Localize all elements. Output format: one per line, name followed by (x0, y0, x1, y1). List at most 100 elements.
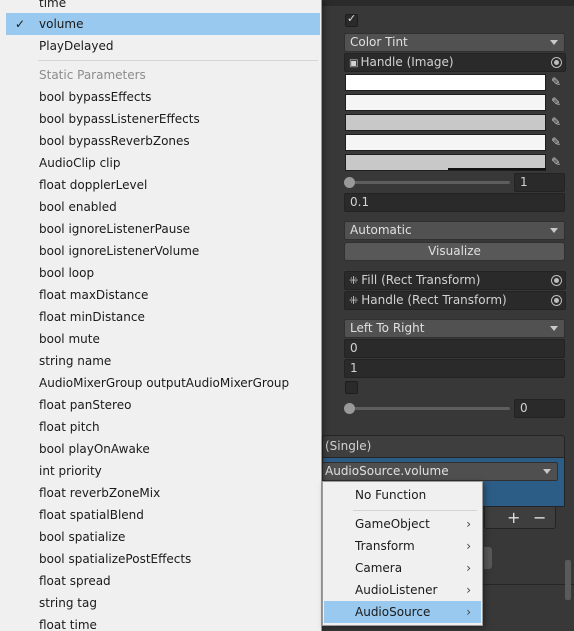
menu-item[interactable]: string tag (0, 592, 320, 614)
remove-listener-button[interactable]: − (533, 508, 546, 527)
visualize-label: Visualize (428, 244, 481, 258)
object-picker-icon[interactable] (551, 275, 562, 286)
alpha-bar (448, 168, 546, 170)
add-component-button-edge[interactable] (484, 547, 492, 569)
check-icon: ✓ (347, 12, 357, 25)
fill-rect-field[interactable]: ⁜ Fill (Rect Transform) (344, 271, 566, 290)
menu-item-camera[interactable]: Camera › (324, 557, 481, 579)
inspector-header (322, 0, 574, 6)
direction-value: Left To Right (350, 321, 425, 335)
menu-item[interactable]: float panStereo (0, 394, 320, 416)
eyedropper-icon[interactable]: ✎ (548, 94, 564, 111)
max-value: 1 (350, 361, 358, 375)
menu-item-gameobject[interactable]: GameObject › (324, 513, 481, 535)
transition-dropdown[interactable]: Color Tint (344, 33, 565, 52)
menu-item[interactable]: float minDistance (0, 306, 320, 328)
chevron-down-icon (543, 469, 551, 474)
value-slider-track[interactable] (348, 407, 510, 410)
menu-item-volume[interactable]: ✓ volume (6, 13, 320, 35)
value-slider-knob[interactable] (344, 403, 355, 414)
target-graphic-value: Handle (Image) (360, 55, 454, 69)
menu-separator (38, 60, 318, 61)
eyedropper-icon[interactable]: ✎ (548, 134, 564, 151)
menu-item-audiolistener[interactable]: AudioListener › (324, 579, 481, 601)
menu-item[interactable]: bool ignoreListenerVolume (0, 240, 320, 262)
transition-value: Color Tint (350, 35, 408, 49)
function-member-menu: time ✓ volume PlayDelayed Static Paramet… (0, 0, 322, 631)
chevron-right-icon: › (466, 605, 471, 619)
direction-dropdown[interactable]: Left To Right (344, 319, 565, 338)
chevron-down-icon (550, 326, 558, 331)
menu-item[interactable]: bool bypassReverbZones (0, 130, 320, 152)
rect-transform-icon: ⁜ (349, 294, 359, 307)
menu-item[interactable]: float spread (0, 570, 320, 592)
max-value-field[interactable]: 1 (344, 359, 565, 378)
menu-item-transform[interactable]: Transform › (324, 535, 481, 557)
menu-item-audiosource[interactable]: AudioSource › (324, 601, 481, 623)
function-dropdown[interactable]: AudioSource.volume (322, 462, 558, 481)
menu-item[interactable]: float dopplerLevel (0, 174, 320, 196)
check-icon: ✓ (15, 17, 26, 31)
chevron-down-icon (550, 40, 558, 45)
add-remove-bar: + − (484, 507, 556, 529)
menu-item[interactable]: float spatialBlend (0, 504, 320, 526)
target-graphic-field[interactable]: ▣ Handle (Image) (344, 53, 566, 72)
menu-item[interactable]: AudioMixerGroup outputAudioMixerGroup (0, 372, 320, 394)
value-field[interactable]: 0 (514, 399, 565, 418)
selected-color-swatch[interactable] (345, 134, 546, 151)
menu-item[interactable]: float time (0, 614, 320, 631)
add-listener-button[interactable]: + (507, 508, 520, 527)
menu-item[interactable]: float pitch (0, 416, 320, 438)
pressed-color-swatch[interactable] (345, 114, 546, 131)
menu-item-time[interactable]: time (0, 0, 320, 14)
menu-item[interactable]: AudioClip clip (0, 152, 320, 174)
color-multiplier-field[interactable]: 1 (514, 173, 565, 192)
eyedropper-icon[interactable]: ✎ (548, 154, 564, 171)
eyedropper-icon[interactable]: ✎ (548, 114, 564, 131)
menu-item[interactable]: string name (0, 350, 320, 372)
menu-item[interactable]: bool ignoreListenerPause (0, 218, 320, 240)
whole-numbers-checkbox[interactable] (345, 381, 358, 394)
menu-item[interactable]: bool mute (0, 328, 320, 350)
menu-item[interactable]: float reverbZoneMix (0, 482, 320, 504)
navigation-value: Automatic (350, 223, 412, 237)
fade-duration-field[interactable]: 0.1 (344, 193, 565, 212)
highlighted-color-swatch[interactable] (345, 94, 546, 111)
color-multiplier-slider-knob[interactable] (344, 177, 355, 188)
color-multiplier-slider-track[interactable] (348, 181, 510, 184)
handle-rect-value: Handle (Rect Transform) (361, 293, 507, 307)
menu-item[interactable]: bool spatializePostEffects (0, 548, 320, 570)
menu-item[interactable]: bool loop (0, 262, 320, 284)
navigation-dropdown[interactable]: Automatic (344, 221, 565, 240)
menu-item-no-function[interactable]: No Function (324, 484, 481, 506)
normal-color-swatch[interactable] (345, 74, 546, 91)
menu-item[interactable]: int priority (0, 460, 320, 482)
menu-item[interactable]: bool enabled (0, 196, 320, 218)
menu-header-static-parameters: Static Parameters (39, 68, 146, 82)
scrollbar-thumb[interactable] (565, 560, 571, 600)
disabled-color-swatch[interactable] (345, 154, 546, 171)
visualize-button[interactable]: Visualize (344, 242, 565, 261)
component-submenu: No Function GameObject › Transform › Camer… (322, 481, 483, 626)
event-header-label: (Single) (325, 439, 372, 453)
value: 0 (520, 401, 528, 415)
menu-item-playdelayed[interactable]: PlayDelayed (0, 35, 320, 57)
menu-item[interactable]: float maxDistance (0, 284, 320, 306)
min-value-field[interactable]: 0 (344, 339, 565, 358)
object-picker-icon[interactable] (551, 57, 562, 68)
chevron-right-icon: › (466, 539, 471, 553)
menu-item[interactable]: bool bypassEffects (0, 86, 320, 108)
interactable-checkbox[interactable]: ✓ (345, 12, 358, 27)
eyedropper-icon[interactable]: ✎ (548, 74, 564, 91)
fill-rect-value: Fill (Rect Transform) (361, 273, 481, 287)
on-value-changed-header: (Single) (322, 435, 565, 458)
object-picker-icon[interactable] (551, 295, 562, 306)
menu-item[interactable]: bool spatialize (0, 526, 320, 548)
rect-transform-icon: ⁜ (349, 274, 359, 287)
chevron-right-icon: › (466, 517, 471, 531)
image-icon: ▣ (349, 58, 359, 69)
menu-item[interactable]: bool bypassListenerEffects (0, 108, 320, 130)
min-value: 0 (350, 341, 358, 355)
menu-item[interactable]: bool playOnAwake (0, 438, 320, 460)
handle-rect-field[interactable]: ⁜ Handle (Rect Transform) (344, 291, 566, 310)
